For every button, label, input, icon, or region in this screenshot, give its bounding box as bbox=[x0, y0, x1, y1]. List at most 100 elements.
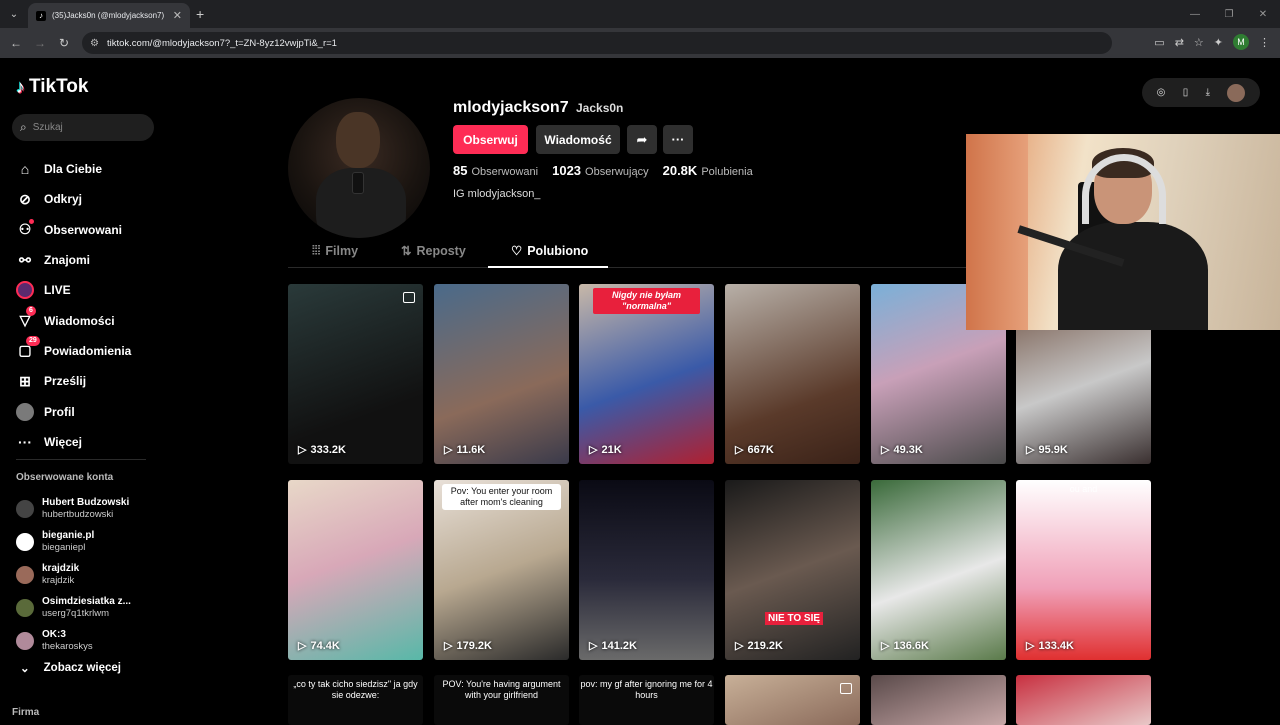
share-icon: ➦ bbox=[636, 131, 648, 147]
sidebar-item-live[interactable]: LIVE bbox=[16, 275, 131, 305]
sidebar-item-profile[interactable]: Profil bbox=[16, 396, 131, 426]
live-icon bbox=[16, 281, 34, 300]
sidebar-item-following[interactable]: ⚇ Obserwowani bbox=[16, 215, 131, 245]
tab-liked-label: Polubiono bbox=[527, 243, 589, 258]
profile-username: mlodyjackson7 bbox=[453, 99, 569, 116]
ellipsis-icon: ··· bbox=[671, 132, 685, 147]
video-card[interactable]: ▷ 11.6K bbox=[434, 284, 569, 464]
video-card[interactable]: Pov: You enter your room after mom's cle… bbox=[434, 480, 569, 660]
browser-profile-avatar[interactable]: M bbox=[1233, 34, 1249, 50]
following-count: 85 bbox=[453, 163, 468, 178]
video-caption: ou and bbox=[1069, 484, 1098, 494]
view-count: ▷ 11.6K bbox=[444, 443, 485, 457]
play-icon: ▷ bbox=[1026, 444, 1035, 456]
play-icon: ▷ bbox=[881, 640, 890, 652]
followed-account[interactable]: Hubert Budzowski hubertbudzowski bbox=[16, 492, 131, 525]
message-button[interactable]: Wiadomość bbox=[536, 125, 620, 154]
sidebar-item-messages[interactable]: ▽ 6 Wiadomości bbox=[16, 305, 131, 335]
see-more-label: Zobacz więcej bbox=[43, 662, 121, 674]
search-input[interactable]: ⌕ Szukaj bbox=[12, 114, 154, 141]
extensions-icon[interactable]: ✦ bbox=[1214, 36, 1223, 49]
followed-account[interactable]: bieganie.pl bieganiepl bbox=[16, 525, 131, 558]
coins-icon[interactable]: ◎ bbox=[1157, 87, 1166, 98]
user-avatar[interactable] bbox=[1227, 83, 1246, 102]
video-caption: Pov: You enter your room after mom's cle… bbox=[442, 484, 561, 510]
sidebar-item-upload[interactable]: ⊞ Prześlij bbox=[16, 366, 131, 396]
translate-icon[interactable]: ⇄ bbox=[1175, 36, 1184, 49]
chevron-down-icon: ⌄ bbox=[20, 663, 30, 675]
video-card[interactable]: ▷ 141.2K bbox=[579, 480, 714, 660]
see-more-button[interactable]: ⌄ Zobacz więcej bbox=[20, 661, 121, 675]
window-close-icon[interactable]: ✕ bbox=[1246, 0, 1280, 28]
tab-search-chevron-icon[interactable]: ⌄ bbox=[0, 0, 28, 28]
follow-button[interactable]: Obserwuj bbox=[453, 125, 528, 154]
profile-icon bbox=[16, 402, 34, 421]
video-card[interactable]: ou and ▷ 133.4K bbox=[1016, 480, 1151, 660]
download-icon[interactable]: ⤓ bbox=[1206, 87, 1210, 98]
device-icon[interactable]: ▯ bbox=[1183, 87, 1189, 98]
search-icon: ⌕ bbox=[20, 120, 27, 134]
followed-account[interactable]: OK:3 thekaroskys bbox=[16, 624, 131, 657]
new-dot bbox=[29, 218, 34, 224]
sidebar-item-more[interactable]: ··· Więcej bbox=[16, 427, 131, 457]
sidebar-item-home[interactable]: ⌂ Dla Ciebie bbox=[16, 154, 131, 184]
video-card[interactable]: ▷ 74.4K bbox=[288, 480, 423, 660]
play-icon: ▷ bbox=[735, 444, 744, 456]
video-caption: pov: my gf after ignoring me for 4 hours bbox=[580, 679, 713, 700]
tab-reposts[interactable]: ⇅ Reposty bbox=[401, 233, 466, 268]
video-card[interactable]: pov: my gf after ignoring me for 4 hours bbox=[579, 675, 714, 725]
video-card[interactable] bbox=[1016, 675, 1151, 725]
tab-title: (35)Jacks0n (@mlodyjackson7) | bbox=[52, 11, 167, 20]
sidebar-item-notifications[interactable]: ▢ 29 Powiadomienia bbox=[16, 335, 131, 366]
tab-close-icon[interactable]: ✕ bbox=[173, 9, 182, 22]
new-tab-button[interactable]: + bbox=[196, 6, 204, 22]
minimize-icon[interactable]: — bbox=[1178, 0, 1212, 28]
followed-account[interactable]: krajdzik krajdzik bbox=[16, 558, 131, 591]
account-avatar bbox=[16, 499, 34, 518]
following-stat[interactable]: 85 Obserwowani bbox=[453, 163, 538, 178]
site-info-icon[interactable]: ⚙ bbox=[90, 38, 99, 49]
video-card[interactable]: Nigdy nie byłam "normalna" ▷ 21K bbox=[579, 284, 714, 464]
browser-tab-active[interactable]: ♪ (35)Jacks0n (@mlodyjackson7) | ✕ bbox=[28, 3, 190, 28]
bookmark-star-icon[interactable]: ☆ bbox=[1194, 36, 1204, 49]
view-count: ▷ 179.2K bbox=[444, 639, 492, 653]
video-card[interactable]: ▷ 667K bbox=[725, 284, 860, 464]
reload-icon[interactable]: ↻ bbox=[52, 36, 76, 50]
video-card[interactable]: POV: You're having argument with your gi… bbox=[434, 675, 569, 725]
avatar-face bbox=[336, 112, 380, 168]
video-card[interactable]: ▷ 333.2K bbox=[288, 284, 423, 464]
sidebar-item-label: LIVE bbox=[44, 283, 71, 298]
share-button[interactable]: ➦ bbox=[627, 125, 657, 154]
notification-badge: 29 bbox=[26, 335, 40, 346]
sidebar-item-label: Znajomi bbox=[44, 253, 91, 268]
video-card[interactable] bbox=[725, 675, 860, 725]
followers-stat[interactable]: 1023 Obserwujący bbox=[552, 163, 649, 178]
video-card[interactable]: „co ty tak cicho siedzisz" ja gdy sie od… bbox=[288, 675, 423, 725]
tab-liked[interactable]: ♡ Polubiono bbox=[511, 233, 588, 268]
back-icon[interactable]: ← bbox=[4, 36, 28, 50]
profile-bio: IG mlodyjackson_ bbox=[453, 188, 541, 200]
profile-stats: 85 Obserwowani 1023 Obserwujący 20.8K Polub… bbox=[453, 163, 753, 178]
restore-icon[interactable]: ❐ bbox=[1212, 0, 1246, 28]
view-count-value: 49.3K bbox=[893, 443, 923, 456]
sidebar-item-friends[interactable]: ⚯ Znajomi bbox=[16, 245, 131, 275]
video-card[interactable]: ▷ 136.6K bbox=[871, 480, 1006, 660]
followed-account[interactable]: Osimdziesiatka z... userg7q1tkrlwm bbox=[16, 591, 131, 624]
account-avatar bbox=[16, 565, 34, 584]
forward-icon[interactable]: → bbox=[28, 36, 52, 50]
video-card[interactable] bbox=[871, 675, 1006, 725]
following-icon: ⚇ bbox=[16, 218, 34, 239]
tab-videos[interactable]: ⦙⦙⦙ Filmy bbox=[312, 233, 358, 268]
view-count: ▷ 95.9K bbox=[1026, 443, 1068, 457]
address-bar[interactable]: ⚙ tiktok.com/@mlodyjackson7?_t=ZN-8yz12v… bbox=[82, 32, 1112, 54]
more-icon: ··· bbox=[18, 433, 32, 450]
video-card[interactable]: NIE TO SIĘ ▷ 219.2K bbox=[725, 480, 860, 660]
view-count-value: 133.4K bbox=[1038, 639, 1074, 652]
tiktok-logo[interactable]: ♪ TikTok bbox=[16, 76, 88, 98]
browser-tab-strip: ⌄ ♪ (35)Jacks0n (@mlodyjackson7) | ✕ + —… bbox=[0, 0, 1280, 28]
cast-icon[interactable]: ▭ bbox=[1154, 36, 1164, 49]
sidebar-item-compass[interactable]: ⊘ Odkryj bbox=[16, 184, 131, 214]
more-options-button[interactable]: ··· bbox=[663, 125, 693, 154]
account-avatar bbox=[16, 598, 34, 617]
browser-menu-icon[interactable]: ⋮ bbox=[1259, 36, 1270, 49]
